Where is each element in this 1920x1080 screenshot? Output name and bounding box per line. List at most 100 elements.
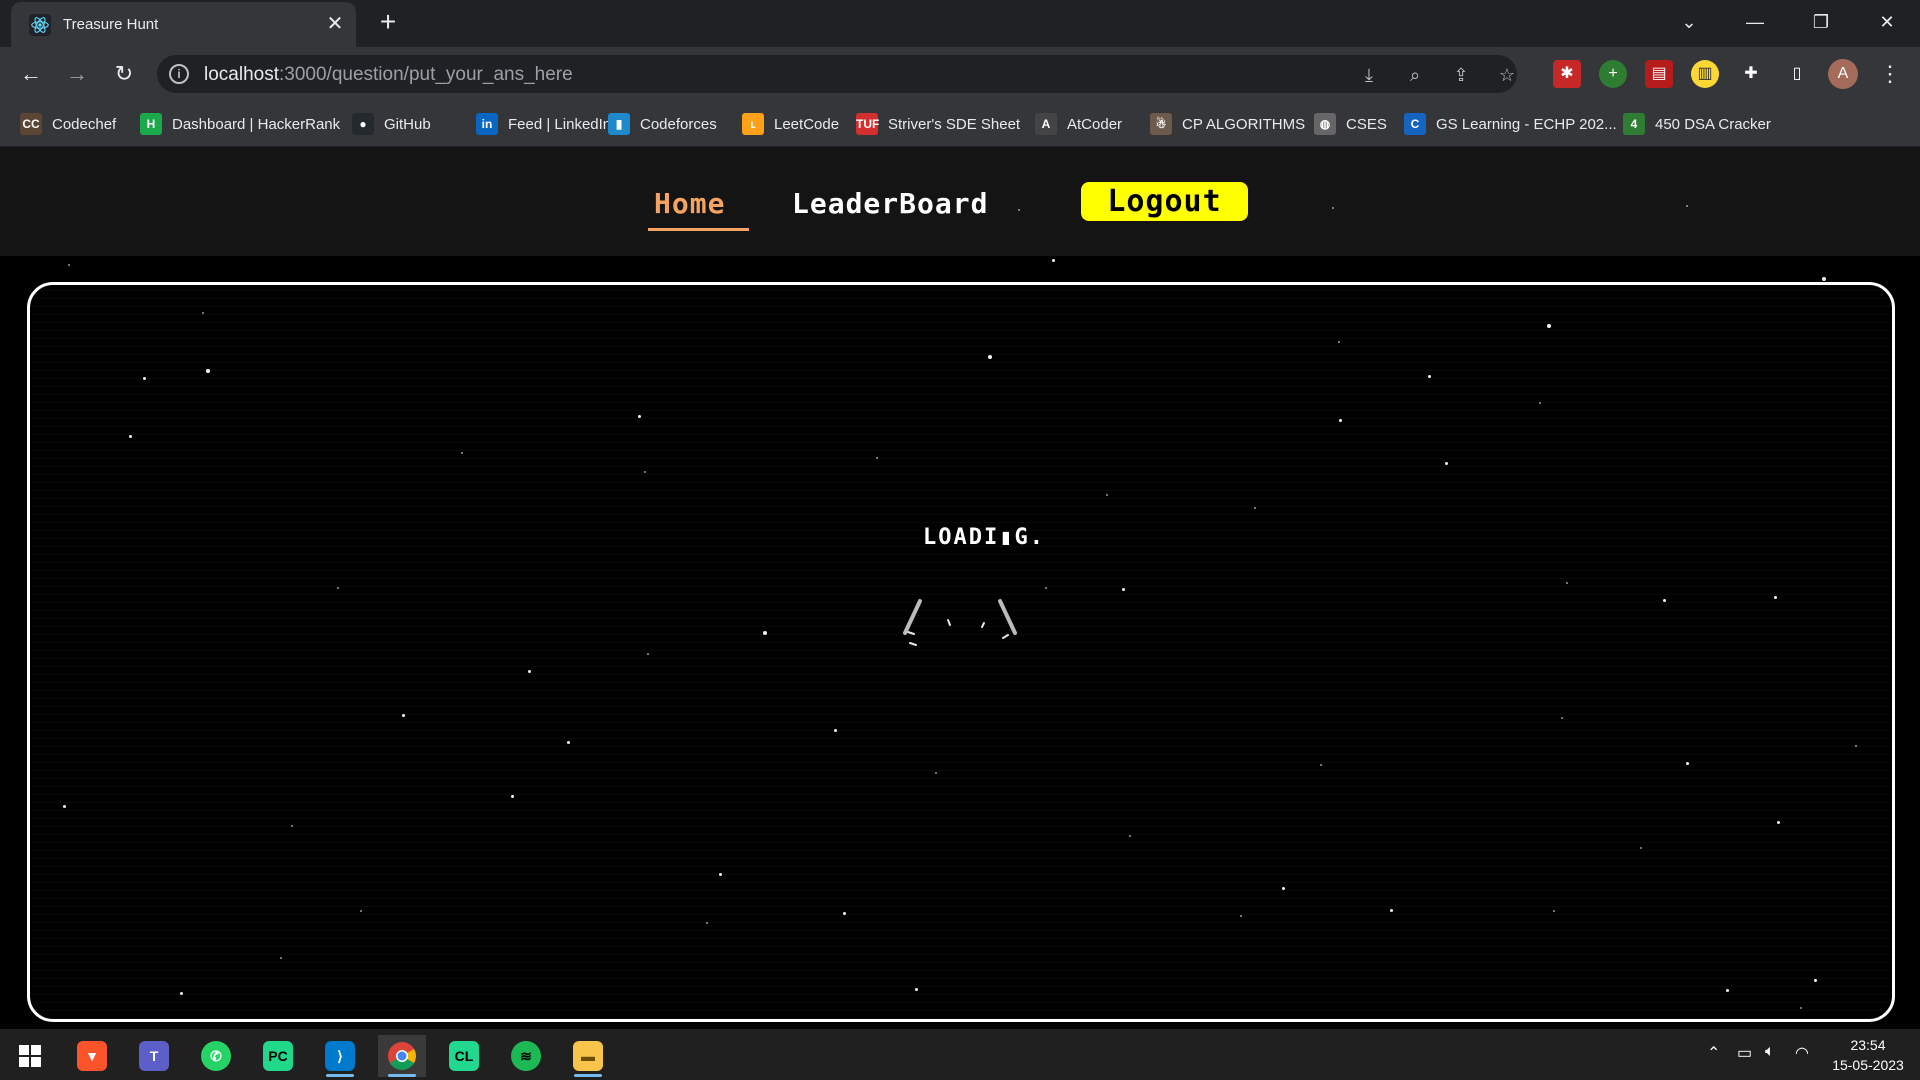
tab-search-chevron-icon[interactable]: ⌄ bbox=[1658, 0, 1720, 44]
wifi-icon[interactable]: ◠ bbox=[1795, 1043, 1809, 1063]
bookmark-favicon-icon: ● bbox=[352, 113, 374, 135]
react-icon bbox=[29, 14, 51, 36]
windows-taskbar: ▼ T ✆ PC ⟩ CL ≋ ▬ ⌃ ▭ 🔈︎ ◠ 23:54 15-05-2… bbox=[0, 1029, 1920, 1080]
bookmark-item[interactable]: C GS Learning - ECHP 202... bbox=[1404, 112, 1617, 136]
bookmark-label: Feed | LinkedIn bbox=[508, 115, 612, 133]
bookmark-favicon-icon: 4 bbox=[1623, 113, 1645, 135]
whatsapp-icon[interactable]: ✆ bbox=[192, 1035, 240, 1077]
brave-icon[interactable]: ▼ bbox=[68, 1035, 116, 1077]
zoom-icon[interactable]: ⌕ bbox=[1404, 64, 1426, 86]
bookmark-item[interactable]: ◍ CSES bbox=[1314, 112, 1387, 136]
extension-pdf-icon[interactable]: ▤ bbox=[1645, 60, 1673, 88]
clock-date: 15-05-2023 bbox=[1832, 1057, 1904, 1073]
clion-icon[interactable]: CL bbox=[440, 1035, 488, 1077]
pycharm-icon[interactable]: PC bbox=[254, 1035, 302, 1077]
bookmark-star-icon[interactable]: ☆ bbox=[1496, 64, 1518, 86]
bookmark-favicon-icon: CC bbox=[20, 113, 42, 135]
star-dot bbox=[1686, 205, 1688, 207]
star-dot bbox=[1018, 209, 1020, 211]
install-app-icon[interactable]: ⤓ bbox=[1358, 64, 1380, 86]
bookmark-item[interactable]: CC Codechef bbox=[20, 112, 116, 136]
bookmark-label: Dashboard | HackerRank bbox=[172, 115, 341, 133]
url-path: :3000/question/put_your_ans_here bbox=[279, 64, 573, 85]
close-tab-icon[interactable]: ✕ bbox=[324, 13, 346, 35]
browser-tab[interactable]: Treasure Hunt ✕ bbox=[11, 2, 356, 47]
bookmarks-bar: CC Codechef H Dashboard | HackerRank ● GitHub… bbox=[0, 101, 1920, 147]
taskbar-clock[interactable]: 23:54 15-05-2023 bbox=[1826, 1035, 1910, 1075]
browser-tab-strip: Treasure Hunt ✕ + ⌄ — ❐ ✕ bbox=[0, 0, 1920, 47]
bookmark-favicon-icon: TUF bbox=[856, 113, 879, 135]
extensions-puzzle-icon[interactable]: ✚ bbox=[1737, 60, 1765, 88]
bookmark-favicon-icon: A bbox=[1035, 113, 1057, 135]
star-dot bbox=[1822, 277, 1826, 281]
bookmark-favicon-icon: H bbox=[140, 113, 162, 135]
loading-text: LOADI▮G. bbox=[923, 525, 1045, 550]
bookmark-label: 450 DSA Cracker bbox=[1655, 115, 1771, 133]
bookmark-label: Striver's SDE Sheet bbox=[888, 115, 1021, 133]
site-navbar: Home LeaderBoard Logout bbox=[0, 147, 1920, 256]
extension-plus-icon[interactable]: + bbox=[1599, 60, 1627, 88]
extension-chart-icon[interactable]: ▥ bbox=[1691, 60, 1719, 88]
tray-chevron-up-icon[interactable]: ⌃ bbox=[1707, 1043, 1720, 1063]
bookmark-item[interactable]: H Dashboard | HackerRank bbox=[140, 112, 340, 136]
volume-icon[interactable]: 🔈︎ bbox=[1765, 1043, 1775, 1061]
star-dot bbox=[1052, 259, 1055, 262]
profile-avatar[interactable]: A bbox=[1828, 59, 1858, 89]
chrome-icon[interactable] bbox=[378, 1035, 426, 1077]
reload-icon[interactable]: ↻ bbox=[110, 60, 138, 88]
bookmark-item[interactable]: ʟ LeetCode bbox=[742, 112, 839, 136]
bookmark-label: AtCoder bbox=[1067, 115, 1123, 133]
close-window-icon[interactable]: ✕ bbox=[1856, 0, 1918, 44]
minimize-icon[interactable]: — bbox=[1724, 0, 1786, 44]
back-arrow-icon[interactable]: ← bbox=[17, 60, 45, 88]
teams-icon[interactable]: T bbox=[130, 1035, 178, 1077]
bookmark-label: Codeforces bbox=[640, 115, 717, 133]
tab-title: Treasure Hunt bbox=[63, 16, 159, 33]
bookmark-label: Codechef bbox=[52, 115, 117, 133]
bookmark-item[interactable]: 4 450 DSA Cracker bbox=[1623, 112, 1771, 136]
side-panel-icon[interactable]: ▯ bbox=[1783, 60, 1811, 88]
nav-leaderboard-link[interactable]: LeaderBoard bbox=[792, 187, 988, 220]
bookmark-item[interactable]: in Feed | LinkedIn bbox=[476, 112, 611, 136]
bookmark-item[interactable]: ▮ Codeforces bbox=[608, 112, 717, 136]
star-dot bbox=[1332, 207, 1334, 209]
address-bar[interactable]: i localhost:3000/question/put_your_ans_h… bbox=[157, 55, 1517, 93]
url-text[interactable]: localhost:3000/question/put_your_ans_her… bbox=[204, 64, 573, 86]
bookmark-favicon-icon: ☃ bbox=[1150, 113, 1172, 135]
battery-icon[interactable]: ▭ bbox=[1737, 1043, 1752, 1063]
forward-arrow-icon[interactable]: → bbox=[63, 60, 91, 88]
bookmark-favicon-icon: ▮ bbox=[608, 113, 630, 135]
bookmark-item[interactable]: TUF Striver's SDE Sheet bbox=[856, 112, 1020, 136]
logout-button[interactable]: Logout bbox=[1081, 182, 1248, 221]
bookmark-label: GS Learning - ECHP 202... bbox=[1436, 115, 1617, 133]
loading-spinner-icon bbox=[903, 599, 1017, 646]
bookmark-item[interactable]: ☃ CP ALGORITHMS bbox=[1150, 112, 1305, 136]
bookmark-favicon-icon: in bbox=[476, 113, 498, 135]
bookmark-label: CP ALGORITHMS bbox=[1182, 115, 1306, 133]
bookmark-label: GitHub bbox=[384, 115, 431, 133]
start-windows-icon[interactable] bbox=[6, 1035, 54, 1077]
bookmark-label: LeetCode bbox=[774, 115, 840, 133]
restore-icon[interactable]: ❐ bbox=[1790, 0, 1852, 44]
extension-red-icon[interactable]: ✱ bbox=[1553, 60, 1581, 88]
clock-time: 23:54 bbox=[1850, 1037, 1886, 1053]
treasure-hunt-page: Home LeaderBoard Logout LOADI▮G. bbox=[0, 147, 1920, 1029]
star-dot bbox=[68, 264, 70, 266]
file-explorer-icon[interactable]: ▬ bbox=[564, 1035, 612, 1077]
bookmark-favicon-icon: ʟ bbox=[742, 113, 764, 135]
bookmark-favicon-icon: ◍ bbox=[1314, 113, 1336, 135]
spotify-icon[interactable]: ≋ bbox=[502, 1035, 550, 1077]
browser-toolbar: ← → ↻ i localhost:3000/question/put_your… bbox=[0, 47, 1920, 101]
more-menu-icon[interactable]: ⋮ bbox=[1878, 60, 1902, 88]
bookmark-item[interactable]: ● GitHub bbox=[352, 112, 431, 136]
bookmark-favicon-icon: C bbox=[1404, 113, 1426, 135]
bookmark-label: CSES bbox=[1346, 115, 1387, 133]
nav-home-link[interactable]: Home bbox=[654, 187, 725, 220]
new-tab-button[interactable]: + bbox=[374, 8, 402, 37]
url-host: localhost bbox=[204, 64, 279, 85]
active-underline bbox=[648, 228, 749, 231]
site-info-icon[interactable]: i bbox=[169, 64, 189, 84]
vscode-icon[interactable]: ⟩ bbox=[316, 1035, 364, 1077]
share-icon[interactable]: ⇪ bbox=[1450, 64, 1472, 86]
bookmark-item[interactable]: A AtCoder bbox=[1035, 112, 1122, 136]
